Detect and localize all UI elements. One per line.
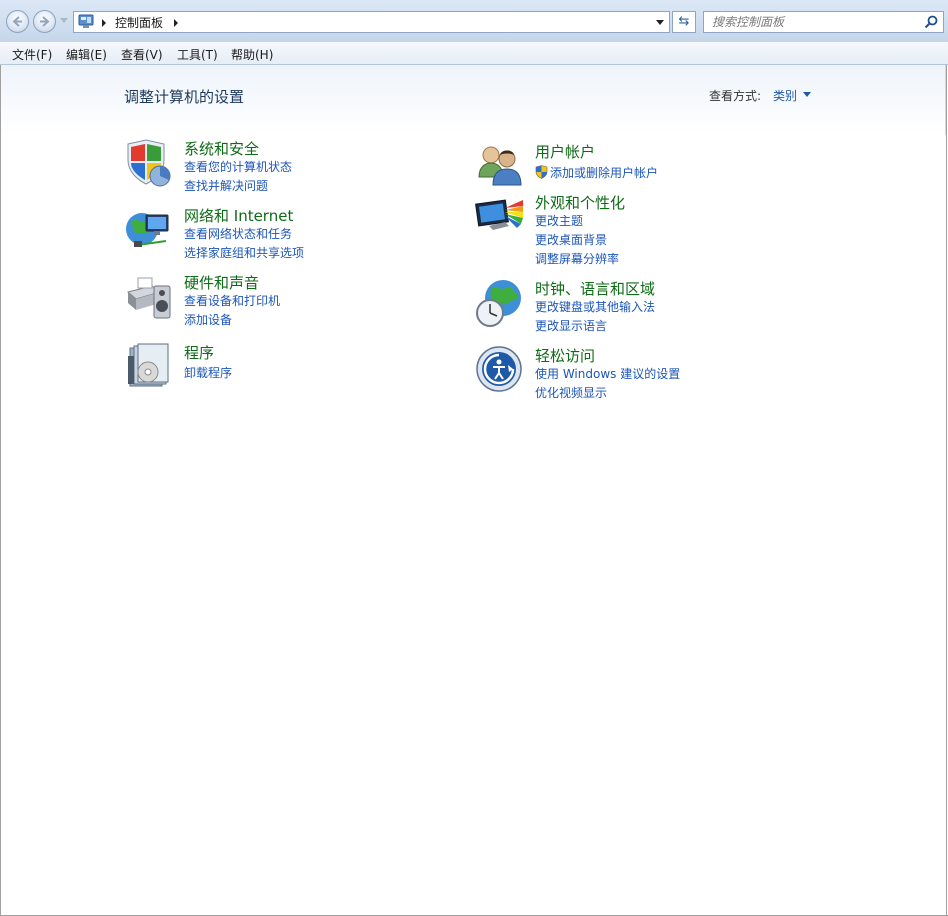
link-homegroup-sharing[interactable]: 选择家庭组和共享选项 [184, 244, 304, 261]
control-panel-icon [78, 14, 94, 28]
recent-pages-dropdown[interactable] [60, 18, 68, 23]
link-change-desktop-background[interactable]: 更改桌面背景 [535, 231, 607, 248]
address-bar[interactable]: 控制面板 [73, 11, 670, 33]
back-arrow-icon [12, 16, 22, 27]
link-adjust-resolution[interactable]: 调整屏幕分辨率 [535, 250, 619, 267]
link-change-display-language[interactable]: 更改显示语言 [535, 317, 607, 334]
link-label[interactable]: 添加或删除用户帐户 [550, 166, 658, 180]
address-history-dropdown[interactable] [651, 12, 669, 32]
link-uninstall-program[interactable]: 卸载程序 [184, 364, 232, 381]
link-find-fix-problems[interactable]: 查找并解决问题 [184, 177, 268, 194]
refresh-icon: ⇆ [678, 14, 690, 29]
view-by-selector[interactable]: 类别 [773, 87, 797, 104]
menu-bar: 文件(F) 编辑(E) 查看(V) 工具(T) 帮助(H) [0, 42, 948, 65]
category-title[interactable]: 外观和个性化 [535, 192, 625, 213]
link-add-device[interactable]: 添加设备 [184, 311, 232, 328]
scrollbar-edge [945, 65, 946, 135]
link-view-network-status[interactable]: 查看网络状态和任务 [184, 225, 292, 242]
link-windows-recommended-settings[interactable]: 使用 Windows 建议的设置 [535, 365, 680, 382]
user-accounts-icon[interactable] [475, 141, 525, 191]
view-by-dropdown-icon[interactable] [803, 92, 811, 97]
menu-file[interactable]: 文件(F) [12, 46, 52, 63]
address-toolbar: 控制面板 ⇆ [0, 0, 948, 42]
uac-shield-icon [535, 165, 548, 179]
appearance-icon[interactable] [475, 192, 525, 242]
link-view-computer-status[interactable]: 查看您的计算机状态 [184, 158, 292, 175]
search-input[interactable] [704, 12, 926, 32]
breadcrumb-control-panel[interactable]: 控制面板 [115, 14, 163, 31]
menu-view[interactable]: 查看(V) [121, 46, 163, 63]
link-devices-printers[interactable]: 查看设备和打印机 [184, 292, 280, 309]
category-title[interactable]: 轻松访问 [535, 345, 595, 366]
ease-of-access-icon[interactable] [475, 345, 525, 395]
forward-button[interactable] [33, 10, 56, 33]
forward-arrow-icon [40, 16, 50, 27]
view-by-label: 查看方式: [709, 89, 762, 103]
link-optimize-visual-display[interactable]: 优化视频显示 [535, 384, 607, 401]
link-change-keyboard-input[interactable]: 更改键盘或其他输入法 [535, 298, 655, 315]
link-add-remove-users[interactable]: 添加或删除用户帐户 [535, 164, 658, 181]
window-border-left [0, 65, 1, 916]
category-title[interactable]: 系统和安全 [184, 138, 259, 159]
programs-icon[interactable] [124, 342, 174, 392]
breadcrumb-separator-icon[interactable] [174, 19, 178, 27]
network-internet-icon[interactable] [124, 205, 174, 255]
category-title[interactable]: 网络和 Internet [184, 205, 293, 226]
system-security-icon[interactable] [124, 138, 174, 188]
category-title[interactable]: 程序 [184, 342, 214, 363]
link-change-theme[interactable]: 更改主题 [535, 212, 583, 229]
window-border-right [946, 65, 947, 916]
search-box[interactable] [703, 11, 944, 33]
category-title[interactable]: 硬件和声音 [184, 272, 259, 293]
refresh-button[interactable]: ⇆ [672, 11, 696, 33]
back-button[interactable] [6, 10, 29, 33]
clock-region-icon[interactable] [475, 278, 525, 328]
category-title[interactable]: 时钟、语言和区域 [535, 278, 655, 299]
category-title[interactable]: 用户帐户 [535, 141, 595, 162]
menu-help[interactable]: 帮助(H) [231, 46, 273, 63]
search-icon[interactable] [924, 15, 938, 29]
page-title: 调整计算机的设置 [124, 88, 245, 106]
menu-edit[interactable]: 编辑(E) [66, 46, 107, 63]
menu-tools[interactable]: 工具(T) [177, 46, 218, 63]
hardware-sound-icon[interactable] [124, 272, 174, 322]
breadcrumb-separator-icon[interactable] [102, 19, 106, 27]
